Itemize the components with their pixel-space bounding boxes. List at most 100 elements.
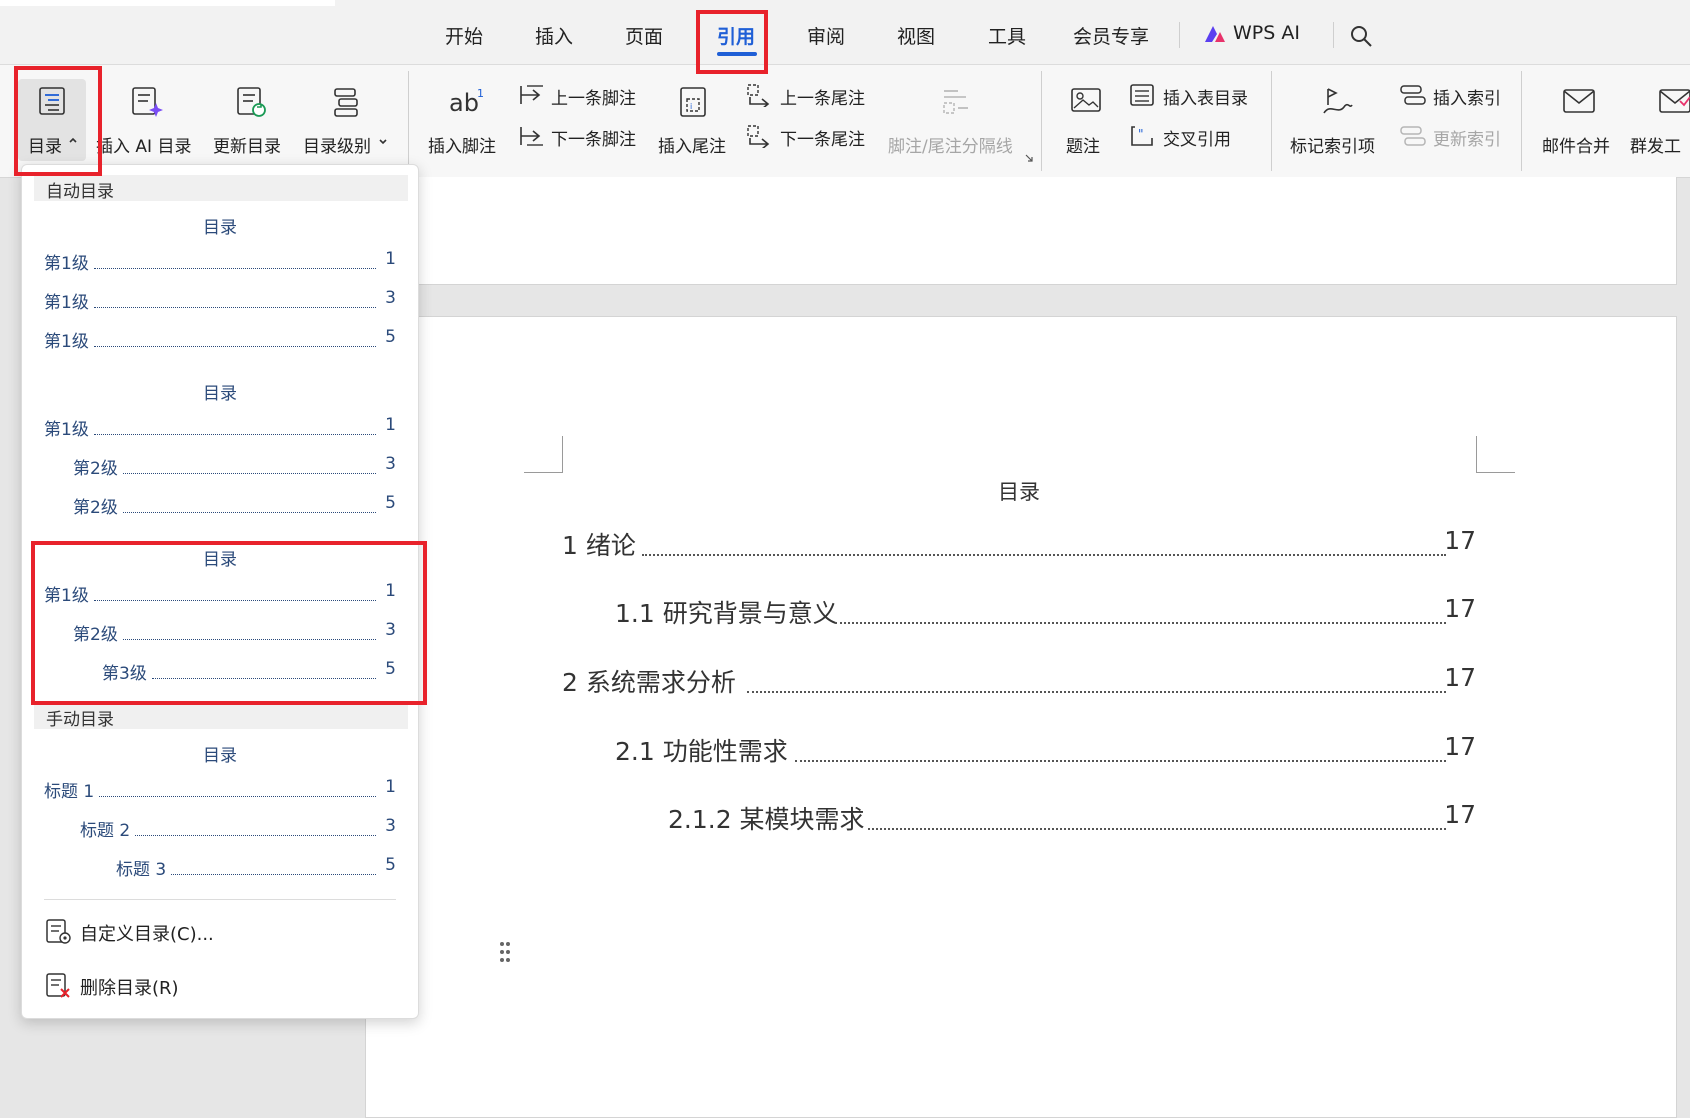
caption-image-icon <box>1070 87 1102 115</box>
svg-text:": " <box>1138 127 1144 141</box>
toc-leader-dots <box>747 691 1446 693</box>
footnote-separator-button[interactable]: 脚注/尾注分隔线 <box>886 79 1033 162</box>
toc-style-option-1[interactable]: 目录 第1级 1 第1级 3 第1级 5 <box>22 205 418 355</box>
tab-view[interactable]: 视图 <box>897 22 935 49</box>
toc-option-line-page: 5 <box>385 493 396 513</box>
insert-index-icon <box>1399 83 1427 107</box>
toc-button[interactable]: 目录 <box>18 79 86 161</box>
update-toc-button[interactable]: 更新目录 <box>211 79 289 161</box>
mail-merge-button[interactable]: 邮件合并 <box>1538 79 1618 161</box>
search-icon[interactable] <box>1349 24 1373 48</box>
toc-option-line: 第1级 5 <box>44 327 396 353</box>
toc-style-option-3[interactable]: 目录 第1级 1 第2级 3 第3级 5 <box>22 537 418 687</box>
toc-style-option-2[interactable]: 目录 第1级 1 第2级 3 第2级 5 <box>22 371 418 521</box>
toc-level-label: 目录级别 <box>303 137 371 157</box>
title-strip <box>0 0 335 6</box>
toc-leader-dots <box>152 678 376 679</box>
ribbon-divider <box>1041 71 1042 171</box>
toc-option-line-text: 第3级 <box>102 659 150 684</box>
toc-option-line-text: 第2级 <box>73 493 121 518</box>
separator-icon <box>940 85 972 117</box>
toc-entry-page: 17 <box>1444 732 1476 761</box>
document-page-previous <box>365 177 1677 285</box>
toc-entry[interactable]: 2 系统需求分析 17 <box>562 663 1476 699</box>
toc-option-line-page: 5 <box>385 659 396 679</box>
active-tab-indicator <box>717 52 757 56</box>
toc-option-line-text: 第1级 <box>44 288 92 313</box>
toc-entry[interactable]: 2.1.2 某模块需求 17 <box>668 800 1476 836</box>
toc-entry[interactable]: 2.1 功能性需求 17 <box>615 732 1476 768</box>
insert-footnote-button[interactable]: ab 1 插入脚注 <box>424 79 506 161</box>
insert-index-label: 插入索引 <box>1433 89 1501 109</box>
toc-entry-text: 2.1.2 某模块需求 <box>668 800 869 836</box>
tab-page[interactable]: 页面 <box>625 22 663 49</box>
mark-index-entry-button[interactable]: 标记索引项 <box>1290 79 1384 161</box>
ribbon-toolbar: 目录 插入 AI 目录 更新目录 目录级别 ab 1 插入脚注 上一条脚注 下一… <box>0 65 1690 178</box>
ribbon-divider <box>1521 71 1522 171</box>
toc-style-option-manual[interactable]: 目录 标题 1 1 标题 2 3 标题 3 5 <box>22 733 418 883</box>
toc-leader-dots <box>642 554 1446 556</box>
toc-option-line-page: 3 <box>385 816 396 836</box>
next-footnote-icon <box>517 124 545 148</box>
toc-entry[interactable]: 1 绪论 17 <box>562 526 1476 562</box>
toc-entry-text: 1.1 研究背景与意义 <box>615 594 842 630</box>
document-toc-title[interactable]: 目录 <box>998 476 1040 506</box>
tab-insert[interactable]: 插入 <box>535 22 573 49</box>
dialog-launcher-icon <box>1024 153 1034 163</box>
toc-option-line-page: 3 <box>385 454 396 474</box>
toc-leader-dots <box>835 622 1446 624</box>
endnote-icon: i <box>678 85 710 119</box>
margin-corner-left <box>524 436 563 473</box>
toc-leader-dots <box>94 600 376 601</box>
svg-text:ab: ab <box>449 89 479 117</box>
drag-handle-icon[interactable] <box>498 940 512 964</box>
tab-tools[interactable]: 工具 <box>988 22 1026 49</box>
toc-entry-text: 2.1 功能性需求 <box>615 732 792 768</box>
toc-entry-page: 17 <box>1444 663 1476 692</box>
toc-entry[interactable]: 1.1 研究背景与意义 17 <box>615 594 1476 630</box>
footnote-icon: ab 1 <box>448 85 484 117</box>
toc-option-line: 标题 1 1 <box>44 777 396 803</box>
toc-leader-dots <box>94 434 376 435</box>
toc-option-title: 目录 <box>203 550 237 570</box>
toc-option-line: 第2级 3 <box>73 454 396 480</box>
toc-option-line-text: 标题 3 <box>116 855 170 880</box>
toc-option-line-page: 1 <box>385 777 396 797</box>
mail-icon <box>1562 87 1596 115</box>
toc-option-line-page: 1 <box>385 415 396 435</box>
toc-leader-dots <box>135 835 376 836</box>
toc-option-line-text: 标题 2 <box>80 816 134 841</box>
caption-button[interactable]: 题注 <box>1062 79 1110 161</box>
toc-option-line: 标题 2 3 <box>80 816 396 842</box>
insert-ai-toc-button[interactable]: 插入 AI 目录 <box>92 79 200 161</box>
caption-label: 题注 <box>1066 137 1100 157</box>
tab-review[interactable]: 审阅 <box>807 22 845 49</box>
toc-leader-dots <box>123 473 376 474</box>
toc-entry-text: 1 绪论 <box>562 526 640 562</box>
toc-leader-dots <box>795 760 1446 762</box>
ribbon-divider <box>1271 71 1272 171</box>
group-send-label: 群发工 <box>1630 137 1681 157</box>
auto-toc-header-label: 自动目录 <box>46 182 114 202</box>
insert-endnote-button[interactable]: i 插入尾注 <box>654 79 736 161</box>
toc-option-line-page: 5 <box>385 855 396 875</box>
tab-member[interactable]: 会员专享 <box>1073 22 1149 49</box>
refresh-toc-icon <box>235 85 267 119</box>
delete-toc-label: 删除目录(R) <box>80 978 179 999</box>
toc-option-line-text: 第2级 <box>73 454 121 479</box>
insert-footnote-label: 插入脚注 <box>428 137 496 157</box>
toc-level-button[interactable]: 目录级别 <box>301 79 391 161</box>
tab-wps-ai[interactable]: WPS AI <box>1233 22 1300 44</box>
group-send-button[interactable]: 群发工 <box>1628 79 1690 161</box>
toc-option-line-page: 1 <box>385 581 396 601</box>
insert-table-of-figures-label: 插入表目录 <box>1163 89 1248 109</box>
prev-footnote-label: 上一条脚注 <box>551 89 636 109</box>
toc-entry-page: 17 <box>1444 800 1476 829</box>
tab-start[interactable]: 开始 <box>445 22 483 49</box>
wps-ai-logo-icon <box>1203 24 1227 44</box>
cross-reference-icon: " <box>1129 124 1155 148</box>
toc-option-line: 第3级 5 <box>102 659 396 685</box>
prev-endnote-icon <box>746 83 774 107</box>
mark-index-icon <box>1320 85 1354 119</box>
tab-references[interactable]: 引用 <box>717 22 755 49</box>
